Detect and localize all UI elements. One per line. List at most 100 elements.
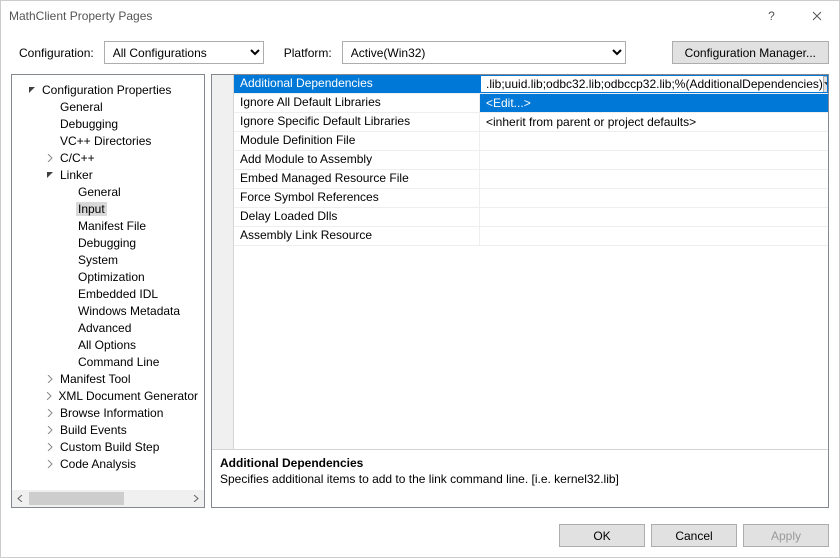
expander-none[interactable]: [62, 339, 74, 351]
help-button[interactable]: ?: [749, 1, 794, 31]
tree-node-linker-advanced[interactable]: Advanced: [12, 319, 204, 336]
tree-node-manifest-tool[interactable]: Manifest Tool: [12, 370, 204, 387]
property-row[interactable]: Assembly Link Resource: [234, 227, 828, 246]
property-name: Module Definition File: [234, 132, 480, 150]
expander-none[interactable]: [62, 288, 74, 300]
tree-label: General: [58, 100, 105, 114]
close-icon: [812, 11, 822, 21]
tree-node-linker-system[interactable]: System: [12, 251, 204, 268]
tree-label: Optimization: [76, 270, 147, 284]
dropdown-button[interactable]: [823, 76, 828, 93]
property-value[interactable]: [480, 132, 828, 150]
property-row[interactable]: Force Symbol References: [234, 189, 828, 208]
property-row[interactable]: Ignore Specific Default Libraries <inheri…: [234, 113, 828, 132]
property-value[interactable]: <inherit from parent or project defaults…: [480, 113, 828, 131]
scroll-thumb[interactable]: [29, 492, 124, 505]
property-value-text: .lib;uuid.lib;odbc32.lib;odbccp32.lib;%(…: [486, 77, 823, 91]
configuration-manager-button[interactable]: Configuration Manager...: [672, 41, 829, 64]
property-value[interactable]: [480, 189, 828, 207]
expander-closed-icon[interactable]: [44, 458, 56, 470]
property-value-text: <inherit from parent or project defaults…: [486, 115, 696, 129]
tree-label: System: [76, 253, 120, 267]
cancel-button[interactable]: Cancel: [651, 524, 737, 547]
tree-label: Build Events: [58, 423, 129, 437]
property-row[interactable]: Add Module to Assembly: [234, 151, 828, 170]
property-row[interactable]: Module Definition File: [234, 132, 828, 151]
description-text: Specifies additional items to add to the…: [220, 472, 820, 486]
description-title: Additional Dependencies: [220, 456, 820, 470]
expander-closed-icon[interactable]: [44, 390, 54, 402]
platform-label: Platform:: [284, 46, 332, 60]
tree-node-linker-command-line[interactable]: Command Line: [12, 353, 204, 370]
expander-none[interactable]: [62, 220, 74, 232]
property-row[interactable]: Additional Dependencies.lib;uuid.lib;odb…: [234, 75, 828, 94]
tree-node-build-events[interactable]: Build Events: [12, 421, 204, 438]
tree-node-root[interactable]: Configuration Properties: [12, 81, 204, 98]
property-value[interactable]: <Edit...>: [480, 94, 828, 112]
configuration-select[interactable]: All Configurations: [104, 41, 264, 64]
tree-node-custom-build-step[interactable]: Custom Build Step: [12, 438, 204, 455]
tree-scrollbar[interactable]: [12, 490, 204, 507]
platform-select[interactable]: Active(Win32): [342, 41, 626, 64]
tree-node-linker-all-options[interactable]: All Options: [12, 336, 204, 353]
tree-node-ccpp[interactable]: C/C++: [12, 149, 204, 166]
tree-node-linker-manifest-file[interactable]: Manifest File: [12, 217, 204, 234]
config-bar: Configuration: All Configurations Platfo…: [1, 31, 839, 74]
tree-node-linker-optimization[interactable]: Optimization: [12, 268, 204, 285]
tree-label: Manifest Tool: [58, 372, 132, 386]
property-value[interactable]: [480, 208, 828, 226]
property-name: Ignore Specific Default Libraries: [234, 113, 480, 131]
tree-label: XML Document Generator: [56, 389, 200, 403]
grid-gutter: [212, 75, 234, 449]
expander-open-icon[interactable]: [26, 84, 38, 96]
expander-none[interactable]: [44, 118, 56, 130]
expander-none[interactable]: [62, 271, 74, 283]
property-value[interactable]: [480, 151, 828, 169]
close-button[interactable]: [794, 1, 839, 31]
tree-node-linker-general[interactable]: General: [12, 183, 204, 200]
tree-node-linker-debugging[interactable]: Debugging: [12, 234, 204, 251]
expander-none[interactable]: [62, 322, 74, 334]
tree-node-linker-input[interactable]: Input: [12, 200, 204, 217]
expander-none[interactable]: [44, 135, 56, 147]
tree-node-linker[interactable]: Linker: [12, 166, 204, 183]
scroll-left-icon[interactable]: [12, 490, 29, 507]
expander-none[interactable]: [62, 186, 74, 198]
property-grid[interactable]: Additional Dependencies.lib;uuid.lib;odb…: [212, 75, 828, 449]
expander-closed-icon[interactable]: [44, 407, 56, 419]
expander-open-icon[interactable]: [44, 169, 56, 181]
property-row[interactable]: Ignore All Default Libraries<Edit...>: [234, 94, 828, 113]
ok-button[interactable]: OK: [559, 524, 645, 547]
tree-node-code-analysis[interactable]: Code Analysis: [12, 455, 204, 472]
expander-none[interactable]: [62, 237, 74, 249]
expander-closed-icon[interactable]: [44, 441, 56, 453]
description-panel: Additional Dependencies Specifies additi…: [212, 449, 828, 507]
tree-label: All Options: [76, 338, 138, 352]
property-value[interactable]: [480, 227, 828, 245]
tree-node-linker-windows-metadata[interactable]: Windows Metadata: [12, 302, 204, 319]
tree-node-linker-embedded-idl[interactable]: Embedded IDL: [12, 285, 204, 302]
property-value[interactable]: [480, 170, 828, 188]
scroll-right-icon[interactable]: [187, 490, 204, 507]
expander-closed-icon[interactable]: [44, 152, 56, 164]
tree-node-debugging[interactable]: Debugging: [12, 115, 204, 132]
tree-node-browse-information[interactable]: Browse Information: [12, 404, 204, 421]
expander-none[interactable]: [62, 203, 74, 215]
tree-label: Advanced: [76, 321, 133, 335]
expander-none[interactable]: [44, 101, 56, 113]
property-value[interactable]: .lib;uuid.lib;odbc32.lib;odbccp32.lib;%(…: [480, 75, 828, 93]
tree-node-general[interactable]: General: [12, 98, 204, 115]
tree-node-xml-document-generator[interactable]: XML Document Generator: [12, 387, 204, 404]
property-row[interactable]: Embed Managed Resource File: [234, 170, 828, 189]
tree-label: Manifest File: [76, 219, 148, 233]
property-name: Add Module to Assembly: [234, 151, 480, 169]
nav-tree[interactable]: Configuration Properties GeneralDebuggin…: [11, 74, 205, 508]
expander-none[interactable]: [62, 305, 74, 317]
apply-button[interactable]: Apply: [743, 524, 829, 547]
tree-node-vc-directories[interactable]: VC++ Directories: [12, 132, 204, 149]
property-row[interactable]: Delay Loaded Dlls: [234, 208, 828, 227]
expander-none[interactable]: [62, 356, 74, 368]
expander-none[interactable]: [62, 254, 74, 266]
expander-closed-icon[interactable]: [44, 373, 56, 385]
expander-closed-icon[interactable]: [44, 424, 56, 436]
